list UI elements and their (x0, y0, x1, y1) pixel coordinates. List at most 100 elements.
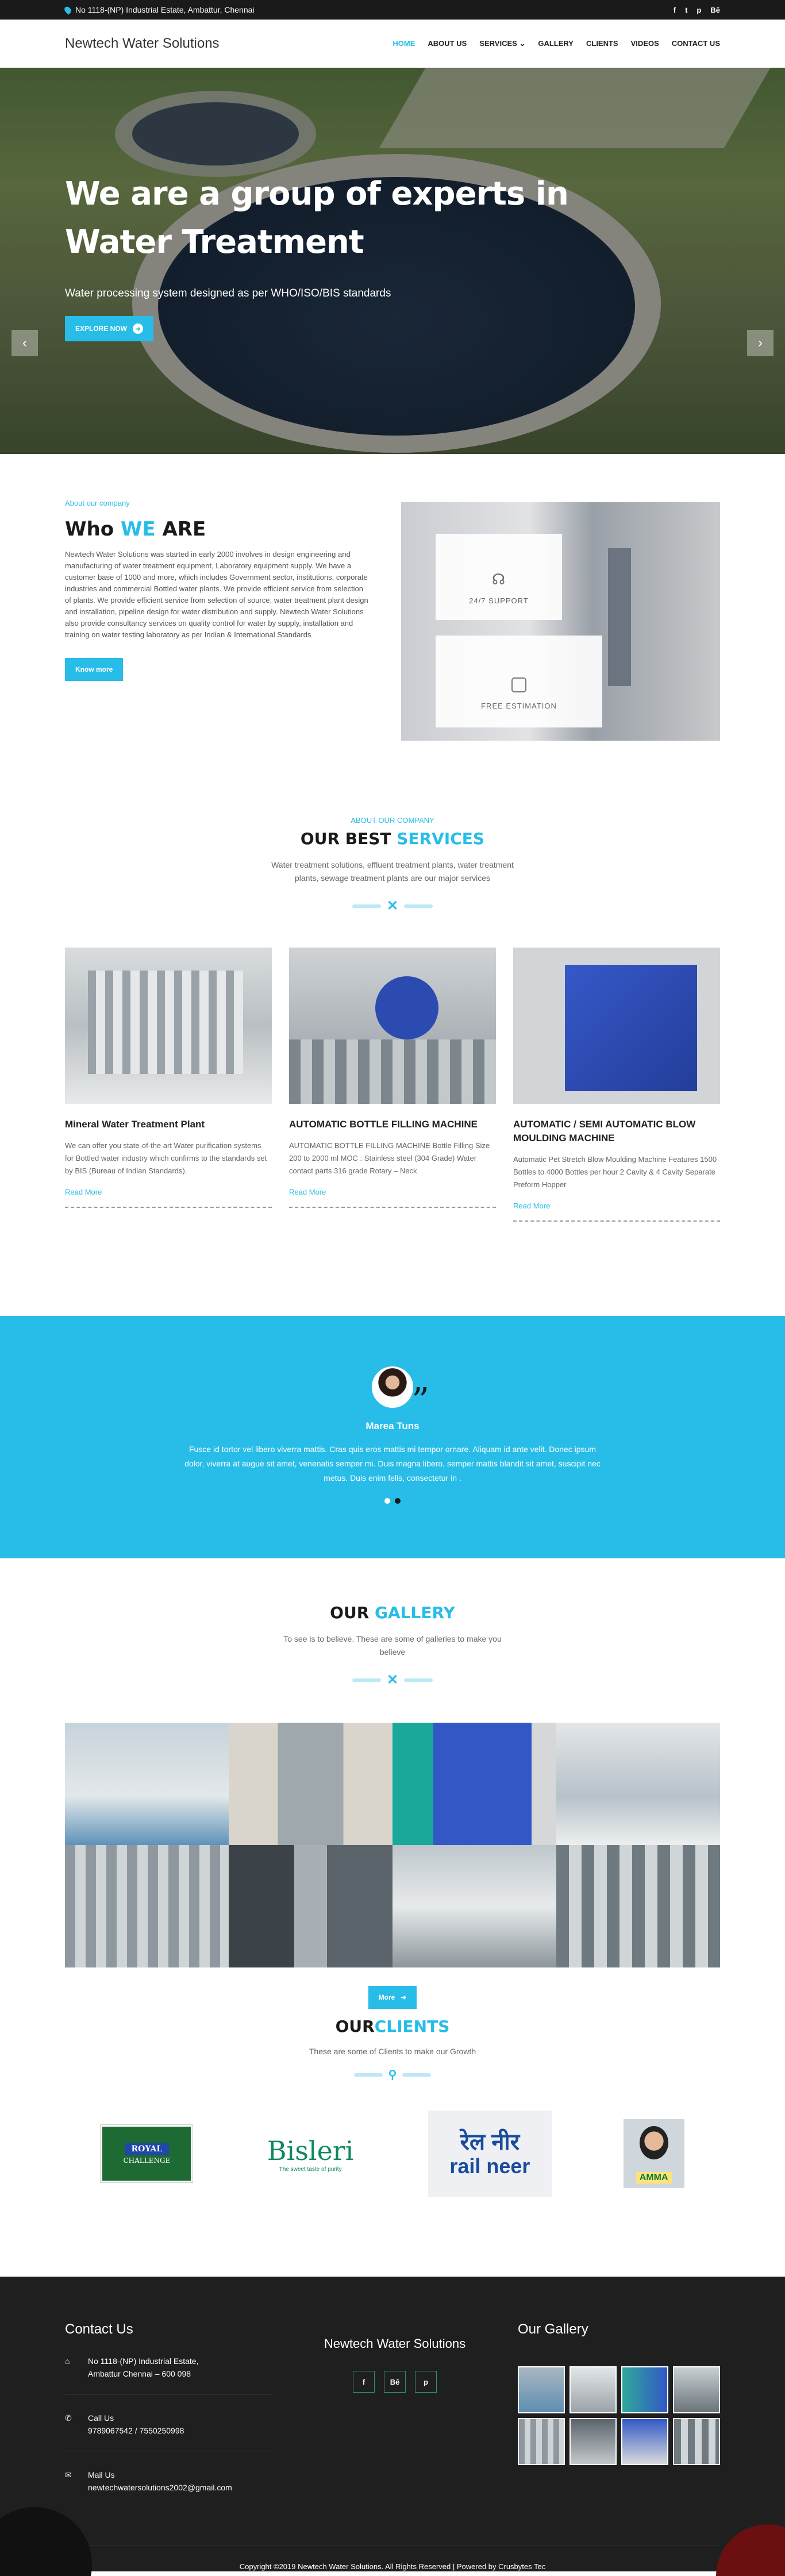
footer-gallery-thumb[interactable] (621, 2418, 668, 2465)
behance-icon[interactable]: Bē (384, 2371, 406, 2393)
amma-text: AMMA (636, 2172, 672, 2184)
services-subtitle: Water treatment solutions, effluent trea… (271, 860, 514, 883)
hero-subtitle: Water processing system designed as per … (65, 287, 391, 299)
gallery-image[interactable] (556, 1845, 720, 1967)
carousel-dot-active[interactable] (395, 1498, 401, 1504)
gallery-title: OUR GALLERY (65, 1603, 720, 1622)
site-logo[interactable]: Newtech Water Solutions (65, 36, 220, 52)
call-value[interactable]: 9789067542 / 7550250998 (88, 2424, 184, 2437)
nav-gallery[interactable]: GALLERY (538, 39, 574, 48)
bisleri-logo: Bisleri The sweet taste of purity (264, 2135, 356, 2173)
slider-prev-button[interactable]: ‹ (11, 330, 38, 356)
nav-services[interactable]: SERVICES ⌄ (479, 39, 525, 48)
read-more-link[interactable]: Read More (289, 1188, 496, 1208)
facebook-icon[interactable]: f (674, 6, 676, 14)
service-title: Mineral Water Treatment Plant (65, 1119, 205, 1130)
service-text: We can offer you state-of-the art Water … (65, 1141, 267, 1175)
site-footer: Contact Us ⌂ No 1118-(NP) Industrial Est… (0, 2277, 785, 2576)
rail-neer-en: rail neer (449, 2154, 530, 2178)
hero-title-line1: We are a group of experts in (65, 175, 569, 213)
divider-line (404, 904, 433, 908)
home-icon: ⌂ (65, 2356, 70, 2366)
gallery-image[interactable] (229, 1723, 392, 1845)
call-label: Call Us (88, 2413, 114, 2423)
service-image[interactable] (289, 948, 496, 1104)
footer-gallery-thumb[interactable] (673, 2366, 720, 2413)
gallery-subtitle: To see is to believe. These are some of … (283, 1634, 502, 1657)
site-header: Newtech Water Solutions HOME ABOUT US SE… (0, 20, 785, 68)
gallery-image[interactable] (65, 1845, 229, 1967)
tools-icon: ✕ (386, 898, 399, 914)
mail-value[interactable]: newtechwatersolutions2002@gmail.com (88, 2481, 232, 2494)
services-title-b: SERVICES (397, 829, 485, 848)
machine-illustration (375, 976, 438, 1039)
about-title: Who WE ARE (65, 518, 370, 541)
footer-gallery-thumb[interactable] (518, 2366, 565, 2413)
service-image[interactable] (513, 948, 720, 1104)
hero-title-line2: Water Treatment (65, 224, 364, 261)
mail-icon: ✉ (65, 2470, 72, 2479)
support-box: ☊ 24/7 SUPPORT (436, 534, 562, 620)
clients-title-b: CLIENTS (374, 2017, 450, 2036)
nav-about[interactable]: ABOUT US (428, 39, 467, 48)
pinterest-icon[interactable]: p (697, 6, 701, 14)
footer-gallery-title: Our Gallery (518, 2321, 588, 2337)
footer-gallery: Our Gallery (518, 2321, 720, 2508)
explore-now-button[interactable]: EXPLORE NOW ➜ (65, 316, 154, 341)
about-title-b: WE (120, 518, 156, 541)
gallery-image[interactable] (392, 1845, 556, 1967)
top-social-links: f t p Bē (674, 6, 720, 14)
service-title: AUTOMATIC BOTTLE FILLING MACHINE (289, 1119, 478, 1130)
mail-label: Mail Us (88, 2470, 115, 2479)
royal-line1: ROYAL (124, 2143, 170, 2155)
divider-line (404, 1678, 433, 1682)
nav-contact[interactable]: CONTACT US (672, 39, 720, 48)
carousel-dots (0, 1498, 785, 1504)
services-title: OUR BEST SERVICES (65, 829, 720, 848)
estimation-label: FREE ESTIMATION (481, 702, 557, 710)
footer-gallery-thumb[interactable] (569, 2366, 617, 2413)
gallery-grid (65, 1723, 720, 1967)
copyright: Copyright ©2019 Newtech Water Solutions.… (65, 2546, 720, 2571)
machine-base-illustration (289, 1039, 496, 1104)
about-title-c: ARE (155, 518, 206, 541)
gallery-more-label: More (378, 1993, 395, 2001)
nav-home[interactable]: HOME (392, 39, 415, 48)
service-card: AUTOMATIC / SEMI AUTOMATIC BLOW MOULDING… (513, 948, 720, 1222)
footer-gallery-thumb[interactable] (621, 2366, 668, 2413)
service-cards: Mineral Water Treatment Plant We can off… (65, 948, 720, 1222)
nav-videos[interactable]: VIDEOS (631, 39, 659, 48)
nav-services-label: SERVICES (479, 39, 517, 48)
section-divider: ✕ (65, 898, 720, 914)
pinterest-icon[interactable]: p (415, 2371, 437, 2393)
service-title: AUTOMATIC / SEMI AUTOMATIC BLOW MOULDING… (513, 1119, 696, 1143)
chevron-down-icon: ⌄ (519, 39, 526, 48)
gallery-image[interactable] (392, 1723, 556, 1845)
footer-gallery-thumb[interactable] (569, 2418, 617, 2465)
gallery-image[interactable] (65, 1723, 229, 1845)
divider-line (352, 1678, 381, 1682)
nav-clients[interactable]: CLIENTS (586, 39, 618, 48)
know-more-button[interactable]: Know more (65, 658, 124, 681)
gallery-section: OUR GALLERY To see is to believe. These … (0, 1558, 785, 2012)
support-label: 24/7 SUPPORT (469, 596, 529, 605)
footer-gallery-thumb[interactable] (518, 2418, 565, 2465)
gallery-more-button[interactable]: More ➜ (368, 1986, 417, 2009)
gallery-image[interactable] (556, 1723, 720, 1845)
footer-gallery-thumb[interactable] (673, 2418, 720, 2465)
section-divider: ✕ (65, 1672, 720, 1688)
divider-line (353, 2073, 383, 2077)
gallery-image[interactable] (229, 1845, 392, 1967)
footer-brand-name: Newtech Water Solutions (324, 2336, 466, 2351)
services-kicker: ABOUT OUR COMPANY (351, 816, 434, 825)
carousel-dot[interactable] (384, 1498, 390, 1504)
slider-next-button[interactable]: › (747, 330, 774, 356)
twitter-icon[interactable]: t (685, 6, 687, 14)
service-image[interactable] (65, 948, 272, 1104)
read-more-link[interactable]: Read More (513, 1202, 720, 1222)
facebook-icon[interactable]: f (353, 2371, 375, 2393)
read-more-link[interactable]: Read More (65, 1188, 272, 1208)
behance-icon[interactable]: Bē (710, 6, 720, 14)
avatar: ” (372, 1366, 429, 1418)
address-line1: No 1118-(NP) Industrial Estate, (88, 2356, 199, 2366)
